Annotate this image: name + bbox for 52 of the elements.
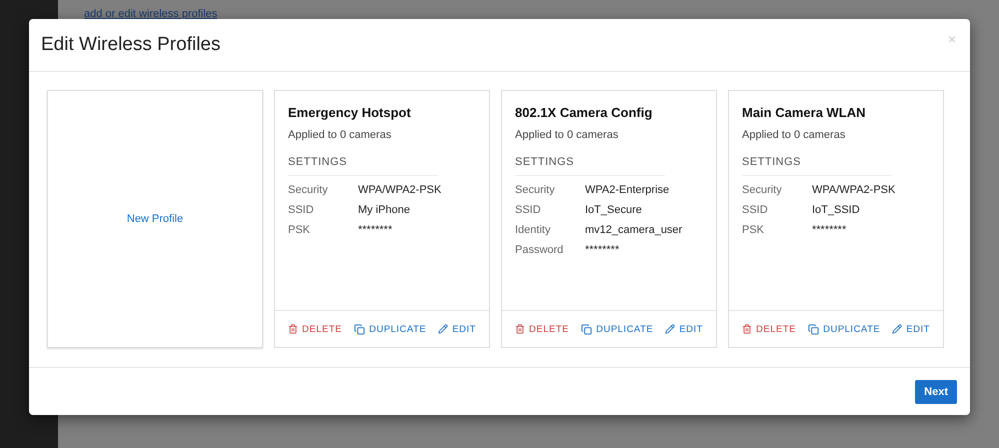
setting-value: WPA2-Enterprise	[585, 184, 670, 196]
section-heading: SETTINGS	[515, 156, 665, 176]
setting-label: Identity	[515, 224, 552, 236]
setting-label: SSID	[288, 204, 315, 216]
copy-icon	[354, 324, 366, 334]
new-profile-card[interactable]: New Profile	[47, 90, 263, 348]
pencil-icon	[438, 324, 448, 334]
setting-value: IoT_SSID	[812, 204, 861, 216]
copy-icon	[808, 324, 820, 334]
setting-value: WPA/WPA2-PSK	[358, 184, 442, 196]
setting-value: ********	[812, 224, 848, 236]
duplicate-button[interactable]: DUPLICATE	[354, 324, 426, 334]
setting-label: Password	[515, 244, 564, 256]
copy-icon	[581, 324, 592, 334]
edit-button[interactable]: EDIT	[892, 324, 930, 334]
profile-name: Main Camera WLAN	[742, 105, 867, 120]
edit-button[interactable]: EDIT	[665, 324, 703, 334]
setting-value: My iPhone	[358, 204, 411, 216]
section-heading: SETTINGS	[288, 156, 438, 176]
new-profile-link[interactable]: New Profile	[126, 213, 184, 225]
setting-label: Security	[288, 184, 329, 196]
dialog-title: Edit Wireless Profiles	[41, 34, 220, 56]
setting-value: ********	[358, 224, 394, 236]
delete-button[interactable]: DELETE	[742, 324, 796, 334]
next-button[interactable]: Next	[915, 380, 957, 404]
setting-value: WPA/WPA2-PSK	[812, 184, 896, 196]
applied-count: Applied to 0 cameras	[515, 129, 620, 141]
setting-label: PSK	[742, 224, 766, 236]
setting-label: SSID	[515, 204, 542, 216]
profile-name: Emergency Hotspot	[288, 105, 412, 120]
applied-count: Applied to 0 cameras	[288, 129, 392, 141]
setting-value: mv12_camera_user	[585, 224, 684, 236]
trash-icon	[515, 324, 525, 334]
duplicate-button[interactable]: DUPLICATE	[581, 324, 654, 334]
setting-label: SSID	[742, 204, 769, 216]
setting-value: IoT_Secure	[585, 204, 643, 216]
setting-label: Security	[515, 184, 556, 196]
edit-button[interactable]: EDIT	[438, 324, 476, 334]
delete-button[interactable]: DELETE	[515, 324, 569, 334]
setting-value: ********	[585, 244, 620, 256]
trash-icon	[742, 324, 752, 334]
duplicate-button[interactable]: DUPLICATE	[808, 324, 880, 334]
background-link[interactable]: add or edit wireless profiles	[84, 8, 218, 20]
pencil-icon	[892, 324, 902, 334]
setting-label: Security	[742, 184, 783, 196]
applied-count: Applied to 0 cameras	[742, 129, 846, 141]
trash-icon	[288, 324, 298, 334]
profile-name: 802.1X Camera Config	[515, 105, 654, 120]
setting-label: PSK	[288, 224, 312, 236]
section-heading: SETTINGS	[742, 156, 892, 176]
delete-button[interactable]: DELETE	[288, 324, 342, 334]
pencil-icon	[665, 324, 676, 334]
